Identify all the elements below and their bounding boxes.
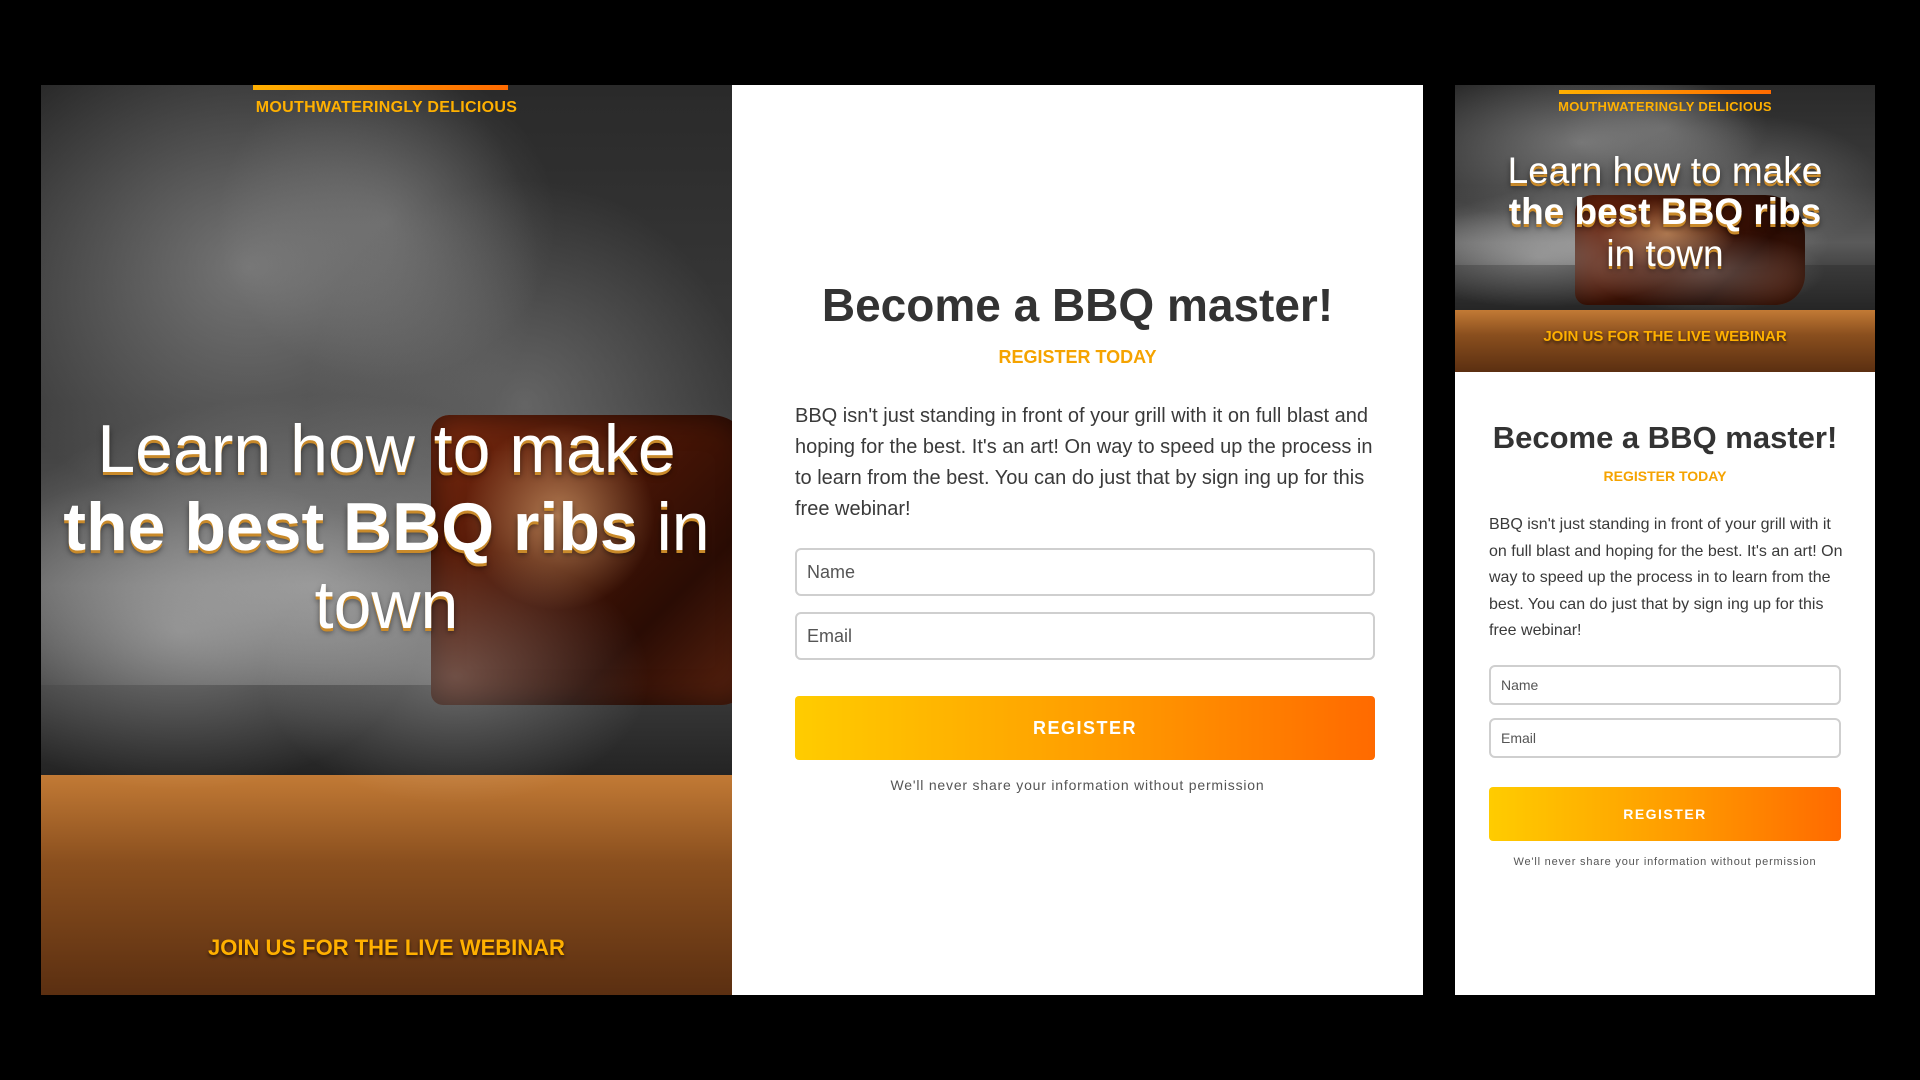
hero-section: MOUTHWATERINGLY DELICIOUS Learn how to m… [41,85,732,995]
registration-form: Become a BBQ master! REGISTER TODAY BBQ … [732,85,1423,995]
name-input[interactable] [795,548,1375,596]
privacy-note: We'll never share your information witho… [1513,856,1817,868]
hero-kicker: MOUTHWATERINGLY DELICIOUS [1558,99,1772,114]
hero-title-in: in [637,489,710,566]
register-button[interactable]: REGISTER [1489,787,1841,841]
form-description: BBQ isn't just standing in front of your… [1489,516,1843,639]
hero-footer: JOIN US FOR THE LIVE WEBINAR [208,935,565,960]
mobile-preview: MOUTHWATERINGLY DELICIOUS Learn how to m… [1455,85,1875,995]
email-input[interactable] [795,612,1375,660]
privacy-note: We'll never share your information witho… [890,777,1265,793]
name-input[interactable] [1489,665,1841,705]
mobile-hero-section: MOUTHWATERINGLY DELICIOUS Learn how to m… [1455,85,1875,372]
form-title: Become a BBQ master! [1492,420,1838,455]
form-subtitle: REGISTER TODAY [1603,468,1727,484]
hero-title-line3: town [314,567,459,644]
hero-kicker: MOUTHWATERINGLY DELICIOUS [255,99,518,116]
hero-title-line3: in town [1606,232,1724,274]
form-subtitle: REGISTER TODAY [998,347,1157,367]
hero-title: Learn how to make the best BBQ ribs in t… [1465,150,1865,274]
kicker-accent-bar [1559,90,1771,94]
hero-title-line2: the best BBQ ribs in [61,488,712,566]
hero-title-bold: the best BBQ ribs [63,489,638,566]
hero-title-line2: the best BBQ ribs [1465,191,1865,232]
email-input[interactable] [1489,718,1841,758]
hero-title: Learn how to make the best BBQ ribs in t… [61,410,712,645]
hero-title-line1: Learn how to make [97,411,676,487]
hero-title-line1: Learn how to make [1507,150,1823,191]
form-title: Become a BBQ master! [821,279,1334,331]
hero-title-bold: the best BBQ ribs [1508,191,1822,233]
hero-footer: JOIN US FOR THE LIVE WEBINAR [1543,328,1787,345]
desktop-preview: MOUTHWATERINGLY DELICIOUS Learn how to m… [41,85,1423,995]
form-description: BBQ isn't just standing in front of your… [795,405,1373,520]
kicker-accent-bar [253,85,508,90]
register-button[interactable]: REGISTER [795,696,1375,760]
